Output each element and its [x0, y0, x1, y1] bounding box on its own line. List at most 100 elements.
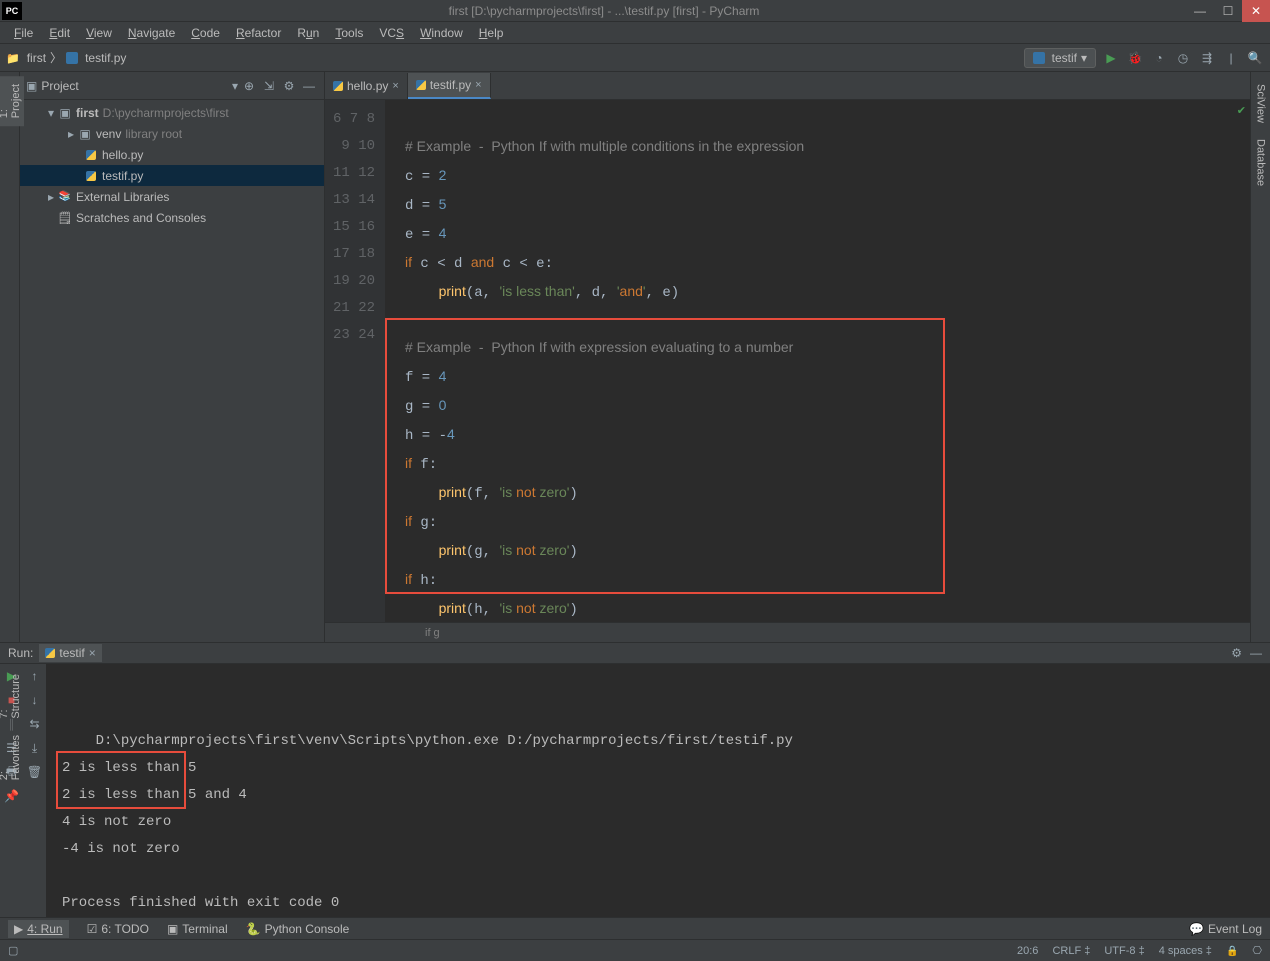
profile-button[interactable]: ◷: [1174, 49, 1192, 67]
menu-file[interactable]: File: [6, 24, 41, 42]
indent-setting[interactable]: 4 spaces ‡: [1159, 945, 1212, 957]
code-content[interactable]: # Example - Python If with multiple cond…: [385, 100, 1250, 622]
python-icon: [333, 81, 343, 91]
gutter[interactable]: 6 7 8 9 10 11 12 13 14 15 16 17 18 19 20…: [325, 100, 385, 622]
toolwindow-toggle-icon[interactable]: ▢: [8, 944, 18, 957]
tab-project[interactable]: 1: Project: [0, 76, 24, 126]
divider-icon: |: [1222, 49, 1240, 67]
tree-scratches-label: Scratches and Consoles: [76, 211, 206, 225]
editor-breadcrumb[interactable]: if g: [325, 622, 1250, 642]
chevron-right-icon: ▸: [44, 190, 58, 204]
close-icon[interactable]: ×: [392, 80, 398, 92]
collapse-all-icon[interactable]: ⇲: [260, 77, 278, 95]
app-logo: PC: [2, 2, 22, 20]
editor-tab-testif[interactable]: testif.py ×: [408, 73, 491, 99]
hide-icon[interactable]: —: [300, 77, 318, 95]
run-header: Run: testif × ⚙ —: [0, 643, 1270, 664]
tab-database[interactable]: Database: [1253, 131, 1269, 194]
toolwin-terminal[interactable]: ▣ Terminal: [167, 922, 228, 936]
tree-venv[interactable]: ▸ ▣ venv library root: [20, 123, 324, 144]
soft-wrap-button[interactable]: ⇆: [23, 712, 46, 736]
menu-tools[interactable]: Tools: [327, 24, 371, 42]
python-icon: [66, 52, 78, 64]
close-icon[interactable]: ×: [475, 79, 481, 91]
run-tab[interactable]: testif ×: [39, 644, 101, 662]
clear-all-button[interactable]: 🗑: [23, 760, 46, 784]
tab-label: testif.py: [430, 78, 471, 92]
right-toolwindow-bar: SciView Database: [1250, 72, 1270, 642]
project-title: Project: [41, 79, 232, 93]
tree-external-libs[interactable]: ▸ External Libraries: [20, 186, 324, 207]
settings-icon[interactable]: ⚙: [1231, 646, 1242, 660]
tab-favorites[interactable]: 2: Favorites: [0, 727, 24, 788]
concurrency-button[interactable]: ⇶: [1198, 49, 1216, 67]
menu-refactor[interactable]: Refactor: [228, 24, 289, 42]
menu-vcs[interactable]: VCS: [371, 24, 412, 42]
tree-file-testif[interactable]: testif.py: [20, 165, 324, 186]
up-stack-button[interactable]: ↑: [23, 664, 46, 688]
lock-icon[interactable]: [1226, 945, 1238, 957]
inspections-ok-icon[interactable]: ✔: [1237, 104, 1246, 117]
run-button[interactable]: ▶: [1102, 49, 1120, 67]
tree-venv-hint: library root: [125, 127, 182, 141]
chevron-down-icon: ▾: [44, 106, 58, 120]
tree-root[interactable]: ▾ ▣ first D:\pycharmprojects\first: [20, 102, 324, 123]
tab-sciview[interactable]: SciView: [1253, 76, 1269, 131]
breadcrumb: first 〉 testif.py: [6, 49, 1024, 66]
settings-icon[interactable]: ⚙: [280, 77, 298, 95]
menu-run[interactable]: Run: [289, 24, 327, 42]
menu-navigate[interactable]: Navigate: [120, 24, 183, 42]
close-icon[interactable]: ×: [89, 646, 96, 660]
file-encoding[interactable]: UTF-8 ‡: [1104, 945, 1144, 957]
editor-tab-hello[interactable]: hello.py ×: [325, 73, 408, 99]
scroll-to-end-button[interactable]: ⤓: [23, 736, 46, 760]
maximize-button[interactable]: ☐: [1214, 0, 1242, 22]
tree-venv-name: venv: [96, 127, 121, 141]
tab-structure[interactable]: 7: Structure: [0, 666, 24, 727]
line-separator[interactable]: CRLF ‡: [1052, 945, 1090, 957]
code-editor[interactable]: 6 7 8 9 10 11 12 13 14 15 16 17 18 19 20…: [325, 100, 1250, 622]
project-header: ▣ Project ▾ ⊕ ⇲ ⚙ —: [20, 72, 324, 100]
menu-help[interactable]: Help: [471, 24, 512, 42]
run-console[interactable]: D:\pycharmprojects\first\venv\Scripts\py…: [46, 664, 1270, 917]
toolwin-todo[interactable]: ☑ 6: TODO: [87, 922, 149, 936]
tree-file-label: testif.py: [102, 169, 143, 183]
chevron-down-icon[interactable]: ▾: [232, 79, 238, 93]
minimize-button[interactable]: —: [1186, 0, 1214, 22]
tree-file-hello[interactable]: hello.py: [20, 144, 324, 165]
toolwin-run[interactable]: ▶ 4: Run: [8, 920, 69, 938]
run-config-name: testif: [1052, 51, 1077, 65]
run-config-dropdown[interactable]: testif ▾: [1024, 48, 1096, 68]
project-tree[interactable]: ▾ ▣ first D:\pycharmprojects\first ▸ ▣ v…: [20, 100, 324, 642]
left-toolwindow-bar: 1: Project 7: Structure 2: Favorites: [0, 72, 20, 642]
bottom-toolwindow-bar: ▶ 4: Run ☑ 6: TODO ▣ Terminal 🐍 Python C…: [0, 917, 1270, 939]
toolwin-pyconsole[interactable]: 🐍 Python Console: [246, 922, 350, 936]
breadcrumb-folder[interactable]: first: [27, 51, 46, 65]
coverage-button[interactable]: ◔: [1150, 49, 1168, 67]
breadcrumb-file[interactable]: testif.py: [85, 51, 126, 65]
caret-position[interactable]: 20:6: [1017, 945, 1038, 957]
menu-view[interactable]: View: [78, 24, 120, 42]
close-button[interactable]: ✕: [1242, 0, 1270, 22]
tree-ext-label: External Libraries: [76, 190, 169, 204]
python-icon: [1033, 52, 1045, 64]
run-tab-name: testif: [59, 646, 84, 660]
run-tool-window: Run: testif × ⚙ — ▶ ↑ ■ ↓ ∥ ⇆ ☰ ⤓ 🖶 🗑 📌 …: [0, 642, 1270, 917]
toolwin-eventlog[interactable]: 💬 Event Log: [1189, 922, 1262, 936]
run-label: Run:: [8, 646, 33, 660]
tree-scratches[interactable]: 🗒 Scratches and Consoles: [20, 207, 324, 228]
branch-icon[interactable]: ⎔: [1252, 944, 1262, 957]
debug-button[interactable]: 🐞: [1126, 49, 1144, 67]
python-icon: [416, 80, 426, 90]
down-stack-button[interactable]: ↓: [23, 688, 46, 712]
menu-code[interactable]: Code: [183, 24, 228, 42]
tree-root-name: first: [76, 106, 99, 120]
menu-edit[interactable]: Edit: [41, 24, 78, 42]
breadcrumb-separator: 〉: [50, 49, 62, 66]
scroll-from-source-icon[interactable]: ⊕: [240, 77, 258, 95]
editor-area: hello.py × testif.py × 6 7 8 9 10 11 12 …: [325, 72, 1250, 642]
search-everywhere-button[interactable]: 🔍: [1246, 49, 1264, 67]
menu-window[interactable]: Window: [412, 24, 471, 42]
hide-icon[interactable]: —: [1250, 646, 1262, 660]
tree-root-path: D:\pycharmprojects\first: [103, 106, 229, 120]
